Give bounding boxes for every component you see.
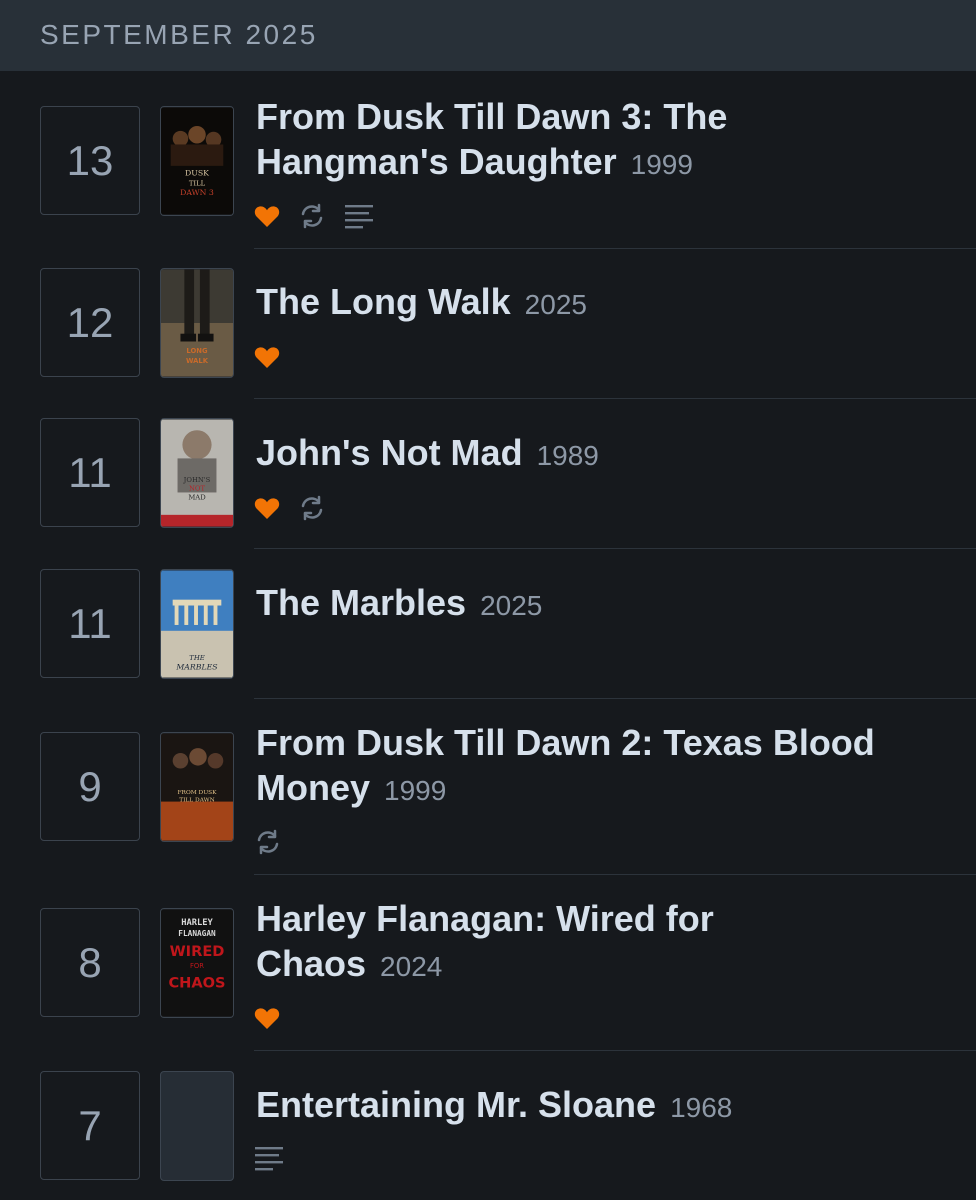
entry-icons	[254, 345, 280, 369]
film-year[interactable]: 1968	[670, 1092, 732, 1123]
entry-icons	[254, 494, 326, 522]
poster-image: DUSK TILL DAWN 3	[161, 107, 233, 215]
film-title[interactable]: From Dusk Till Dawn 3: The Hangman's Dau…	[256, 94, 956, 187]
film-title-line: Harley Flanagan: Wired for	[256, 898, 714, 939]
film-year[interactable]: 1989	[537, 440, 599, 471]
film-year[interactable]: 2025	[525, 289, 587, 320]
film-title-line: Money	[256, 767, 371, 808]
heart-icon	[254, 498, 280, 519]
poster-placeholder[interactable]	[160, 1071, 234, 1181]
poster-harley-flanagan[interactable]: HARLEY FLANAGAN WIRED FOR CHAOS	[160, 908, 234, 1018]
heart-icon	[254, 206, 280, 227]
rewatch-icon	[301, 203, 323, 229]
poster-the-long-walk[interactable]: LONG WALK	[160, 268, 234, 378]
day-number[interactable]: 11	[40, 418, 140, 527]
poster-text: FROM DUSK	[178, 790, 218, 796]
day-number[interactable]: 8	[40, 908, 140, 1017]
rewatch-icon	[301, 495, 323, 521]
row-divider	[254, 248, 976, 249]
poster-from-dusk-till-dawn-2[interactable]: FROM DUSK TILL DAWN	[160, 732, 234, 842]
poster-text: FLANAGAN	[178, 929, 216, 938]
poster-text: TILL	[189, 179, 206, 187]
poster-text: CHAOS	[168, 974, 225, 991]
entry-icons	[254, 202, 374, 230]
poster-image: LONG WALK	[161, 269, 233, 377]
poster-text: THE	[189, 654, 204, 662]
poster-text: HARLEY	[181, 918, 213, 928]
entry-icons	[254, 1006, 280, 1030]
day-number[interactable]: 9	[40, 732, 140, 841]
film-title-line: From Dusk Till Dawn 3: The	[256, 96, 728, 137]
day-number[interactable]: 7	[40, 1071, 140, 1180]
film-title-line: Hangman's Daughter	[256, 141, 617, 182]
poster-image: HARLEY FLANAGAN WIRED FOR CHAOS	[161, 909, 233, 1017]
film-title-line: From Dusk Till Dawn 2: Texas Blood	[256, 722, 875, 763]
review-lines-icon	[255, 1147, 283, 1171]
month-label: SEPTEMBER 2025	[40, 18, 318, 50]
day-number[interactable]: 11	[40, 569, 140, 678]
poster-johns-not-mad[interactable]: JOHN'S NOT MAD	[160, 418, 234, 528]
rewatch-icon	[257, 829, 279, 855]
poster-text: LONG	[186, 347, 208, 355]
film-title-line: The Long Walk	[256, 281, 511, 322]
poster-the-marbles[interactable]: THE MARBLES	[160, 569, 234, 679]
heart-icon	[254, 1008, 280, 1029]
film-title-line: The Marbles	[256, 582, 467, 623]
film-title[interactable]: Entertaining Mr. Sloane 1968	[256, 1082, 956, 1130]
poster-text: JOHN'S	[183, 476, 211, 484]
row-divider	[254, 548, 976, 549]
poster-text: WIRED	[170, 943, 225, 960]
poster-from-dusk-till-dawn-3[interactable]: DUSK TILL DAWN 3	[160, 106, 234, 216]
poster-image: FROM DUSK TILL DAWN	[161, 733, 233, 841]
entry-icons	[254, 1144, 284, 1172]
row-divider	[254, 1050, 976, 1051]
poster-image: THE MARBLES	[161, 570, 233, 678]
row-divider	[254, 698, 976, 699]
film-year[interactable]: 1999	[631, 149, 693, 180]
film-title-line: Chaos	[256, 943, 367, 984]
entry-icons	[254, 828, 282, 856]
heart-icon	[254, 347, 280, 368]
day-number[interactable]: 12	[40, 268, 140, 377]
film-year[interactable]: 2025	[480, 590, 542, 621]
film-title[interactable]: The Marbles 2025	[256, 580, 956, 628]
month-header[interactable]: SEPTEMBER 2025	[0, 0, 976, 71]
film-title[interactable]: The Long Walk 2025	[256, 279, 956, 327]
day-number[interactable]: 13	[40, 106, 140, 215]
poster-text: TILL DAWN	[179, 798, 215, 804]
poster-text: NOT	[189, 485, 206, 493]
review-lines-icon	[345, 205, 373, 229]
poster-image: JOHN'S NOT MAD	[161, 419, 233, 527]
poster-text: WALK	[186, 357, 209, 365]
poster-text: FOR	[190, 962, 204, 970]
poster-text: DAWN 3	[180, 188, 214, 197]
film-title[interactable]: John's Not Mad 1989	[256, 430, 956, 478]
film-title-line: John's Not Mad	[256, 432, 523, 473]
film-title[interactable]: From Dusk Till Dawn 2: Texas Blood Money…	[256, 720, 956, 813]
film-title[interactable]: Harley Flanagan: Wired for Chaos 2024	[256, 896, 956, 989]
film-year[interactable]: 2024	[380, 951, 442, 982]
row-divider	[254, 874, 976, 875]
poster-text: MAD	[188, 493, 206, 501]
film-title-line: Entertaining Mr. Sloane	[256, 1084, 657, 1125]
row-divider	[254, 398, 976, 399]
poster-text: MARBLES	[175, 663, 217, 672]
poster-text: DUSK	[185, 169, 209, 178]
film-year[interactable]: 1999	[384, 775, 446, 806]
